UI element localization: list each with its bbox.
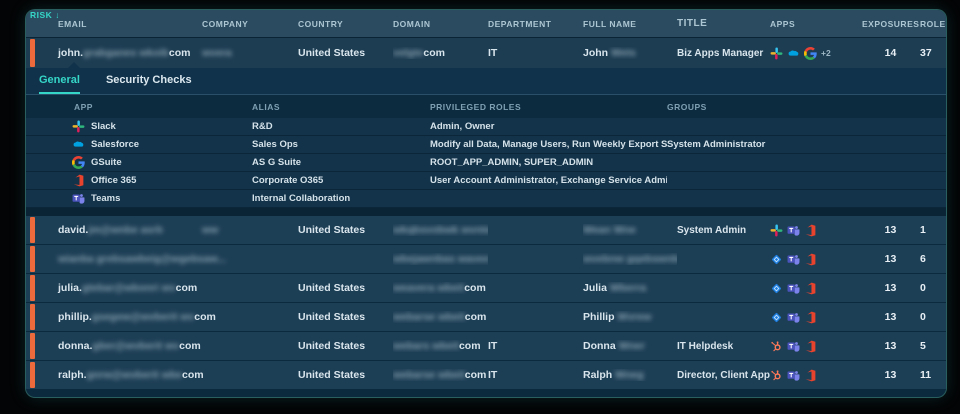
diamond-icon <box>770 282 783 295</box>
google-icon <box>72 156 85 169</box>
column-header-fullname[interactable]: FULL NAME <box>583 19 677 29</box>
teams-icon <box>787 224 800 237</box>
redacted-text: Wner <box>619 340 645 352</box>
risk-indicator <box>30 333 35 359</box>
subtable-row[interactable]: Teams Internal Collaboration <box>26 190 946 208</box>
column-header-company[interactable]: COMPANY <box>202 19 298 29</box>
redacted-text: gsegew@wvberit wv <box>92 311 194 323</box>
redacted-text: webarse wbeit <box>393 369 465 381</box>
office365-icon <box>804 340 817 353</box>
column-header-title[interactable]: TITLE <box>677 18 770 29</box>
google-icon <box>804 47 817 60</box>
redacted-text: wbejawnbas wavee <box>393 253 488 265</box>
office365-icon <box>804 224 817 237</box>
slack-icon <box>770 224 783 237</box>
column-header-department[interactable]: DEPARTMENT <box>488 19 583 29</box>
table-header: RISK ↓ EMAIL COMPANY COUNTRY DOMAIN DEPA… <box>26 10 946 38</box>
redacted-text: webarse wbeit <box>393 311 465 323</box>
redacted-text: wianba grebsawbeig@wgebsaw... <box>58 253 226 265</box>
hubspot-icon <box>770 340 783 353</box>
tab-general[interactable]: General <box>39 68 80 94</box>
sort-desc-icon: ↓ <box>55 10 58 20</box>
column-header-risk[interactable]: RISK ↓ <box>26 10 58 37</box>
redacted-text: gtebar@wbonri wv <box>82 282 176 294</box>
office365-icon <box>804 369 817 382</box>
risk-indicator <box>30 362 35 388</box>
risk-indicator <box>30 217 35 243</box>
table-row[interactable]: julia.gtebar@wbonri wvcom United States … <box>26 274 946 303</box>
redacted-text: grabganes wkoib <box>83 47 169 59</box>
redacted-text: weavera wbeit <box>393 282 464 294</box>
risk-indicator <box>30 39 35 67</box>
subcolumn-header-alias: ALIAS <box>252 102 430 112</box>
redacted-text: ww <box>202 224 218 236</box>
table-row[interactable]: donna.gber@wvberit wvcom United States w… <box>26 332 946 361</box>
redacted-text: gnrw@wvberit wbe <box>87 369 182 381</box>
slack-icon <box>72 120 85 133</box>
redacted-text: webars wbeit <box>393 340 459 352</box>
subtable-row[interactable]: Salesforce Sales Ops Modify all Data, Ma… <box>26 136 946 154</box>
redacted-text: Wets <box>611 47 636 59</box>
hubspot-icon <box>770 369 783 382</box>
column-header-country[interactable]: COUNTRY <box>298 19 393 29</box>
column-header-roles[interactable]: ROLES <box>919 19 946 29</box>
subtable-row[interactable]: Office 365 Corporate O365 User Account A… <box>26 172 946 190</box>
redacted-text: Wvrew <box>617 311 651 323</box>
apps-cell: +2 <box>770 47 862 60</box>
office365-icon <box>72 174 85 187</box>
redacted-text: velgte <box>393 47 423 59</box>
section-gap <box>26 208 946 216</box>
teams-icon <box>72 192 85 205</box>
subcolumn-header-groups: GROUPS <box>667 102 946 112</box>
column-header-exposures[interactable]: EXPOSURES <box>862 19 919 29</box>
redacted-text: Wneg <box>615 369 644 381</box>
office365-icon <box>804 311 817 324</box>
email-cell: john.grabganes wkoibcom <box>58 47 202 59</box>
column-header-domain[interactable]: DOMAIN <box>393 19 488 29</box>
identity-table-card: RISK ↓ EMAIL COMPANY COUNTRY DOMAIN DEPA… <box>26 10 946 397</box>
column-header-apps[interactable]: APPS <box>770 19 862 29</box>
column-header-email[interactable]: EMAIL <box>58 19 202 29</box>
teams-icon <box>787 282 800 295</box>
table-row[interactable]: wianba grebsawbeig@wgebsaw... wbejawnbas… <box>26 245 946 274</box>
teams-icon <box>787 340 800 353</box>
slack-icon <box>770 47 783 60</box>
redacted-text: Wberra <box>610 282 646 294</box>
teams-icon <box>787 369 800 382</box>
subtable-row[interactable]: Slack R&D Admin, Owner <box>26 118 946 136</box>
risk-indicator <box>30 275 35 301</box>
subtable-header: APP ALIAS PRIVILEGED ROLES GROUPS <box>26 95 946 118</box>
subtable-row[interactable]: GSuite AS G Suite ROOT_APP_ADMIN, SUPER_… <box>26 154 946 172</box>
redacted-text: Wean Wne <box>583 224 636 236</box>
table-row[interactable]: david.jm@wnbe asrb ww United States wkqb… <box>26 216 946 245</box>
redacted-text: jm@wnbe asrb <box>88 224 162 236</box>
diamond-icon <box>770 253 783 266</box>
redacted-text: gber@wvberit wv <box>92 340 179 352</box>
redacted-text: wvera <box>202 47 232 59</box>
expanded-panel: General Security Checks APP ALIAS PRIVIL… <box>26 68 946 208</box>
redacted-text: wvebnw gqebswnberit <box>583 253 677 265</box>
office365-icon <box>804 253 817 266</box>
diamond-icon <box>770 311 783 324</box>
subcolumn-header-app: APP <box>26 102 252 112</box>
table-row[interactable]: ralph.gnrw@wvberit wbecom United States … <box>26 361 946 390</box>
table-row[interactable]: john.grabganes wkoibcom wvera United Sta… <box>26 38 946 68</box>
teams-icon <box>787 253 800 266</box>
detail-tabs: General Security Checks <box>26 68 946 95</box>
subcolumn-header-privileged-roles: PRIVILEGED ROLES <box>430 102 667 112</box>
apps-more-badge[interactable]: +2 <box>821 48 831 58</box>
redacted-text: wkqbsvobwk wvnte... <box>393 224 488 236</box>
table-row[interactable]: phillip.gsegew@wvberit wvcom United Stat… <box>26 303 946 332</box>
risk-indicator <box>30 304 35 330</box>
expander-notch <box>68 62 80 68</box>
teams-icon <box>787 311 800 324</box>
office365-icon <box>804 282 817 295</box>
salesforce-icon <box>72 138 85 151</box>
risk-indicator <box>30 246 35 272</box>
salesforce-icon <box>787 47 800 60</box>
tab-security-checks[interactable]: Security Checks <box>106 68 192 94</box>
